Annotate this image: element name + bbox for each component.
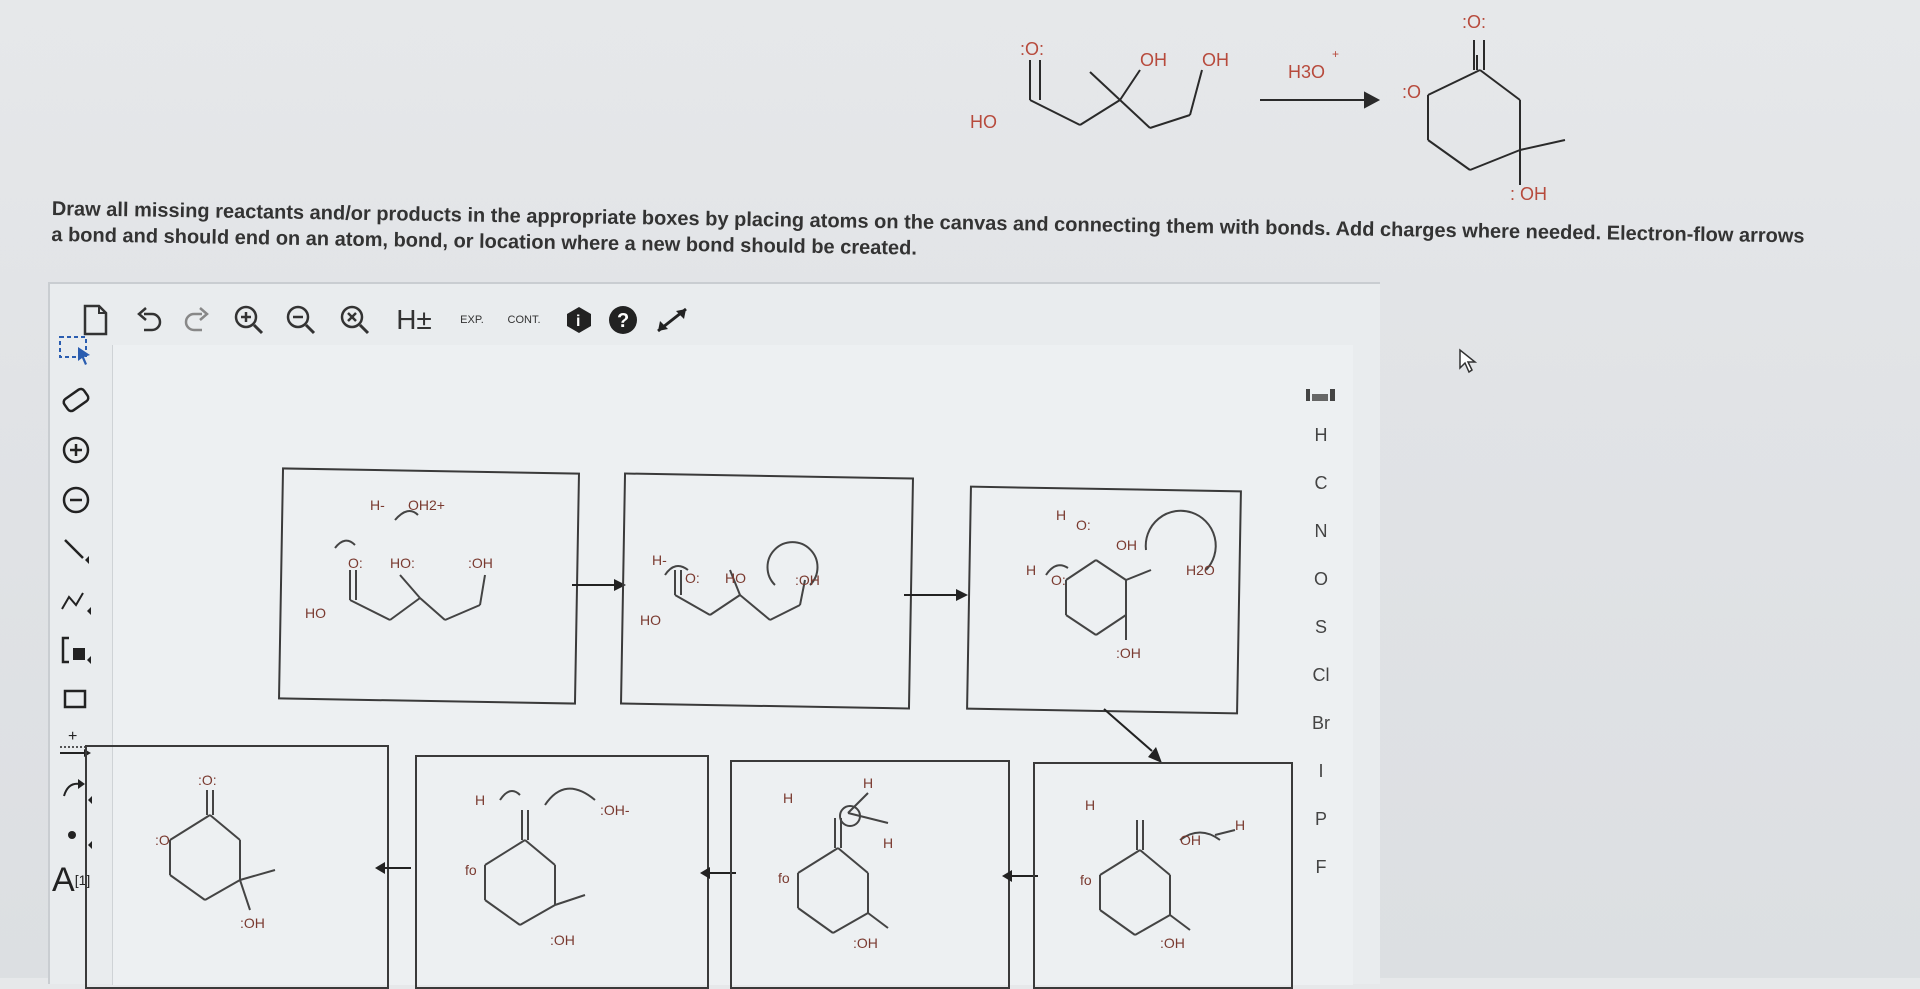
box5-h: H bbox=[475, 792, 485, 808]
zoom-out-icon[interactable] bbox=[284, 300, 318, 340]
box1-oh1: :OH bbox=[468, 555, 493, 571]
reactant-oh2: OH bbox=[1202, 50, 1229, 70]
box2-structure: H- O: HO :OH HO bbox=[640, 541, 820, 628]
box3-o2: O: bbox=[1051, 572, 1066, 588]
reagent-charge: + bbox=[1332, 47, 1339, 61]
select-tool[interactable] bbox=[52, 330, 100, 370]
plus-circle-icon[interactable] bbox=[52, 430, 100, 470]
reactant-oh1: OH bbox=[1140, 50, 1167, 70]
box1-ho1: HO: bbox=[390, 555, 415, 571]
box7-fo: fo bbox=[1080, 872, 1092, 888]
svg-text:?: ? bbox=[617, 310, 629, 332]
box1-oh2: OH2+ bbox=[408, 497, 445, 513]
atom-cl[interactable]: Cl bbox=[1300, 660, 1342, 690]
instructions: Draw all missing reactants and/or produc… bbox=[51, 196, 1920, 277]
product-oh: : OH bbox=[1510, 184, 1547, 200]
rectangle-icon[interactable] bbox=[52, 680, 100, 720]
box3-h2o: H2O bbox=[1186, 562, 1215, 578]
arrow-5-to-4 bbox=[375, 862, 411, 874]
box7-h2: H bbox=[1235, 817, 1245, 833]
reactant-oxygen: :O: bbox=[1020, 39, 1044, 59]
box2-o1: O: bbox=[685, 570, 700, 586]
box5-oh: :OH bbox=[550, 932, 575, 948]
atom-s[interactable]: S bbox=[1300, 612, 1342, 642]
box7-h1: H bbox=[1085, 797, 1095, 813]
reaction-scheme: :O: HO OH OH H3O + :O: :O : OH bbox=[970, 12, 1566, 200]
box3-o1: O: bbox=[1076, 517, 1091, 533]
box3-oh-top: OH bbox=[1116, 537, 1137, 553]
svg-text:i: i bbox=[576, 313, 580, 330]
chain-icon[interactable] bbox=[52, 580, 100, 620]
svg-text:+: + bbox=[68, 729, 77, 745]
box7-oh-h: OH bbox=[1180, 832, 1201, 848]
help-icon[interactable]: ? bbox=[606, 300, 640, 340]
box6-oh: :OH bbox=[853, 935, 878, 951]
atom-n[interactable]: N bbox=[1300, 516, 1342, 546]
box6-h2: H bbox=[863, 775, 873, 791]
box5-fo: fo bbox=[465, 862, 477, 878]
clear-icon[interactable] bbox=[338, 300, 372, 340]
reagent: H3O bbox=[1288, 62, 1325, 82]
periodic-table-icon[interactable] bbox=[1300, 380, 1342, 410]
mouse-cursor-icon bbox=[1459, 348, 1478, 374]
box4-oh: :OH bbox=[240, 915, 265, 931]
contract-button[interactable]: CONT. bbox=[504, 300, 544, 340]
atom-panel: H C N O S Cl Br I P F bbox=[1300, 389, 1342, 950]
box3-oh: :OH bbox=[1116, 645, 1141, 661]
hydrogen-toggle-button[interactable]: H± bbox=[394, 300, 434, 340]
box2-ho-left: HO bbox=[640, 612, 661, 628]
atom-p[interactable]: P bbox=[1300, 804, 1342, 834]
expand-button[interactable]: EXP. bbox=[452, 300, 492, 340]
box6-structure: H fo H H :OH bbox=[778, 775, 893, 951]
reactant-ho: HO bbox=[970, 112, 997, 132]
box2-h: H- bbox=[652, 552, 667, 568]
info-icon[interactable]: i bbox=[562, 300, 596, 340]
atom-i[interactable]: I bbox=[1300, 756, 1342, 786]
redo-icon[interactable] bbox=[180, 300, 214, 340]
box2-oh: :OH bbox=[795, 572, 820, 588]
box5-structure: H fo :OH- :OH bbox=[465, 787, 630, 948]
bond-icon[interactable] bbox=[52, 530, 100, 570]
atom-br[interactable]: Br bbox=[1300, 708, 1342, 738]
product-oxygen-top: :O: bbox=[1462, 12, 1486, 32]
atom-h[interactable]: H bbox=[1300, 420, 1342, 450]
minus-circle-icon[interactable] bbox=[52, 480, 100, 520]
box1-h-oh2: H- bbox=[370, 497, 385, 513]
atom-f[interactable]: F bbox=[1300, 852, 1342, 882]
undo-icon[interactable] bbox=[132, 300, 166, 340]
box6-h3: H bbox=[883, 835, 893, 851]
box7-structure: H fo OH H :OH bbox=[1080, 797, 1245, 951]
box2-ho: HO bbox=[725, 570, 746, 586]
box6-h1: H bbox=[783, 790, 793, 806]
box6-fo: fo bbox=[778, 870, 790, 886]
box4-o-top: :O: bbox=[198, 772, 217, 788]
box4-structure: :O: :O :OH bbox=[155, 772, 276, 931]
box3-h1: H bbox=[1056, 507, 1066, 523]
atom-c[interactable]: C bbox=[1300, 468, 1342, 498]
box7-oh: :OH bbox=[1160, 935, 1185, 951]
fullscreen-expand-icon[interactable] bbox=[652, 300, 692, 340]
atom-o[interactable]: O bbox=[1300, 564, 1342, 594]
product-oxygen-ring: :O bbox=[1402, 82, 1421, 102]
box3-h2: H bbox=[1026, 562, 1036, 578]
box3-structure: H O: OH H O: H2O :OH bbox=[1026, 507, 1217, 661]
box1-ho-left: HO bbox=[305, 605, 326, 621]
eraser-tool[interactable] bbox=[52, 380, 100, 420]
box1-o1: O: bbox=[348, 555, 363, 571]
bracket-icon[interactable] bbox=[52, 630, 100, 670]
box4-o-ring: :O bbox=[155, 832, 170, 848]
box5-oh-minus: :OH- bbox=[600, 802, 630, 818]
text-tool-label: A bbox=[52, 860, 75, 899]
zoom-in-icon[interactable] bbox=[232, 300, 266, 340]
box1-structure: H- OH2+ O: HO: :OH HO bbox=[305, 497, 493, 621]
arrow-2-to-3 bbox=[904, 589, 968, 601]
arrow-3-to-7 bbox=[1103, 708, 1162, 763]
